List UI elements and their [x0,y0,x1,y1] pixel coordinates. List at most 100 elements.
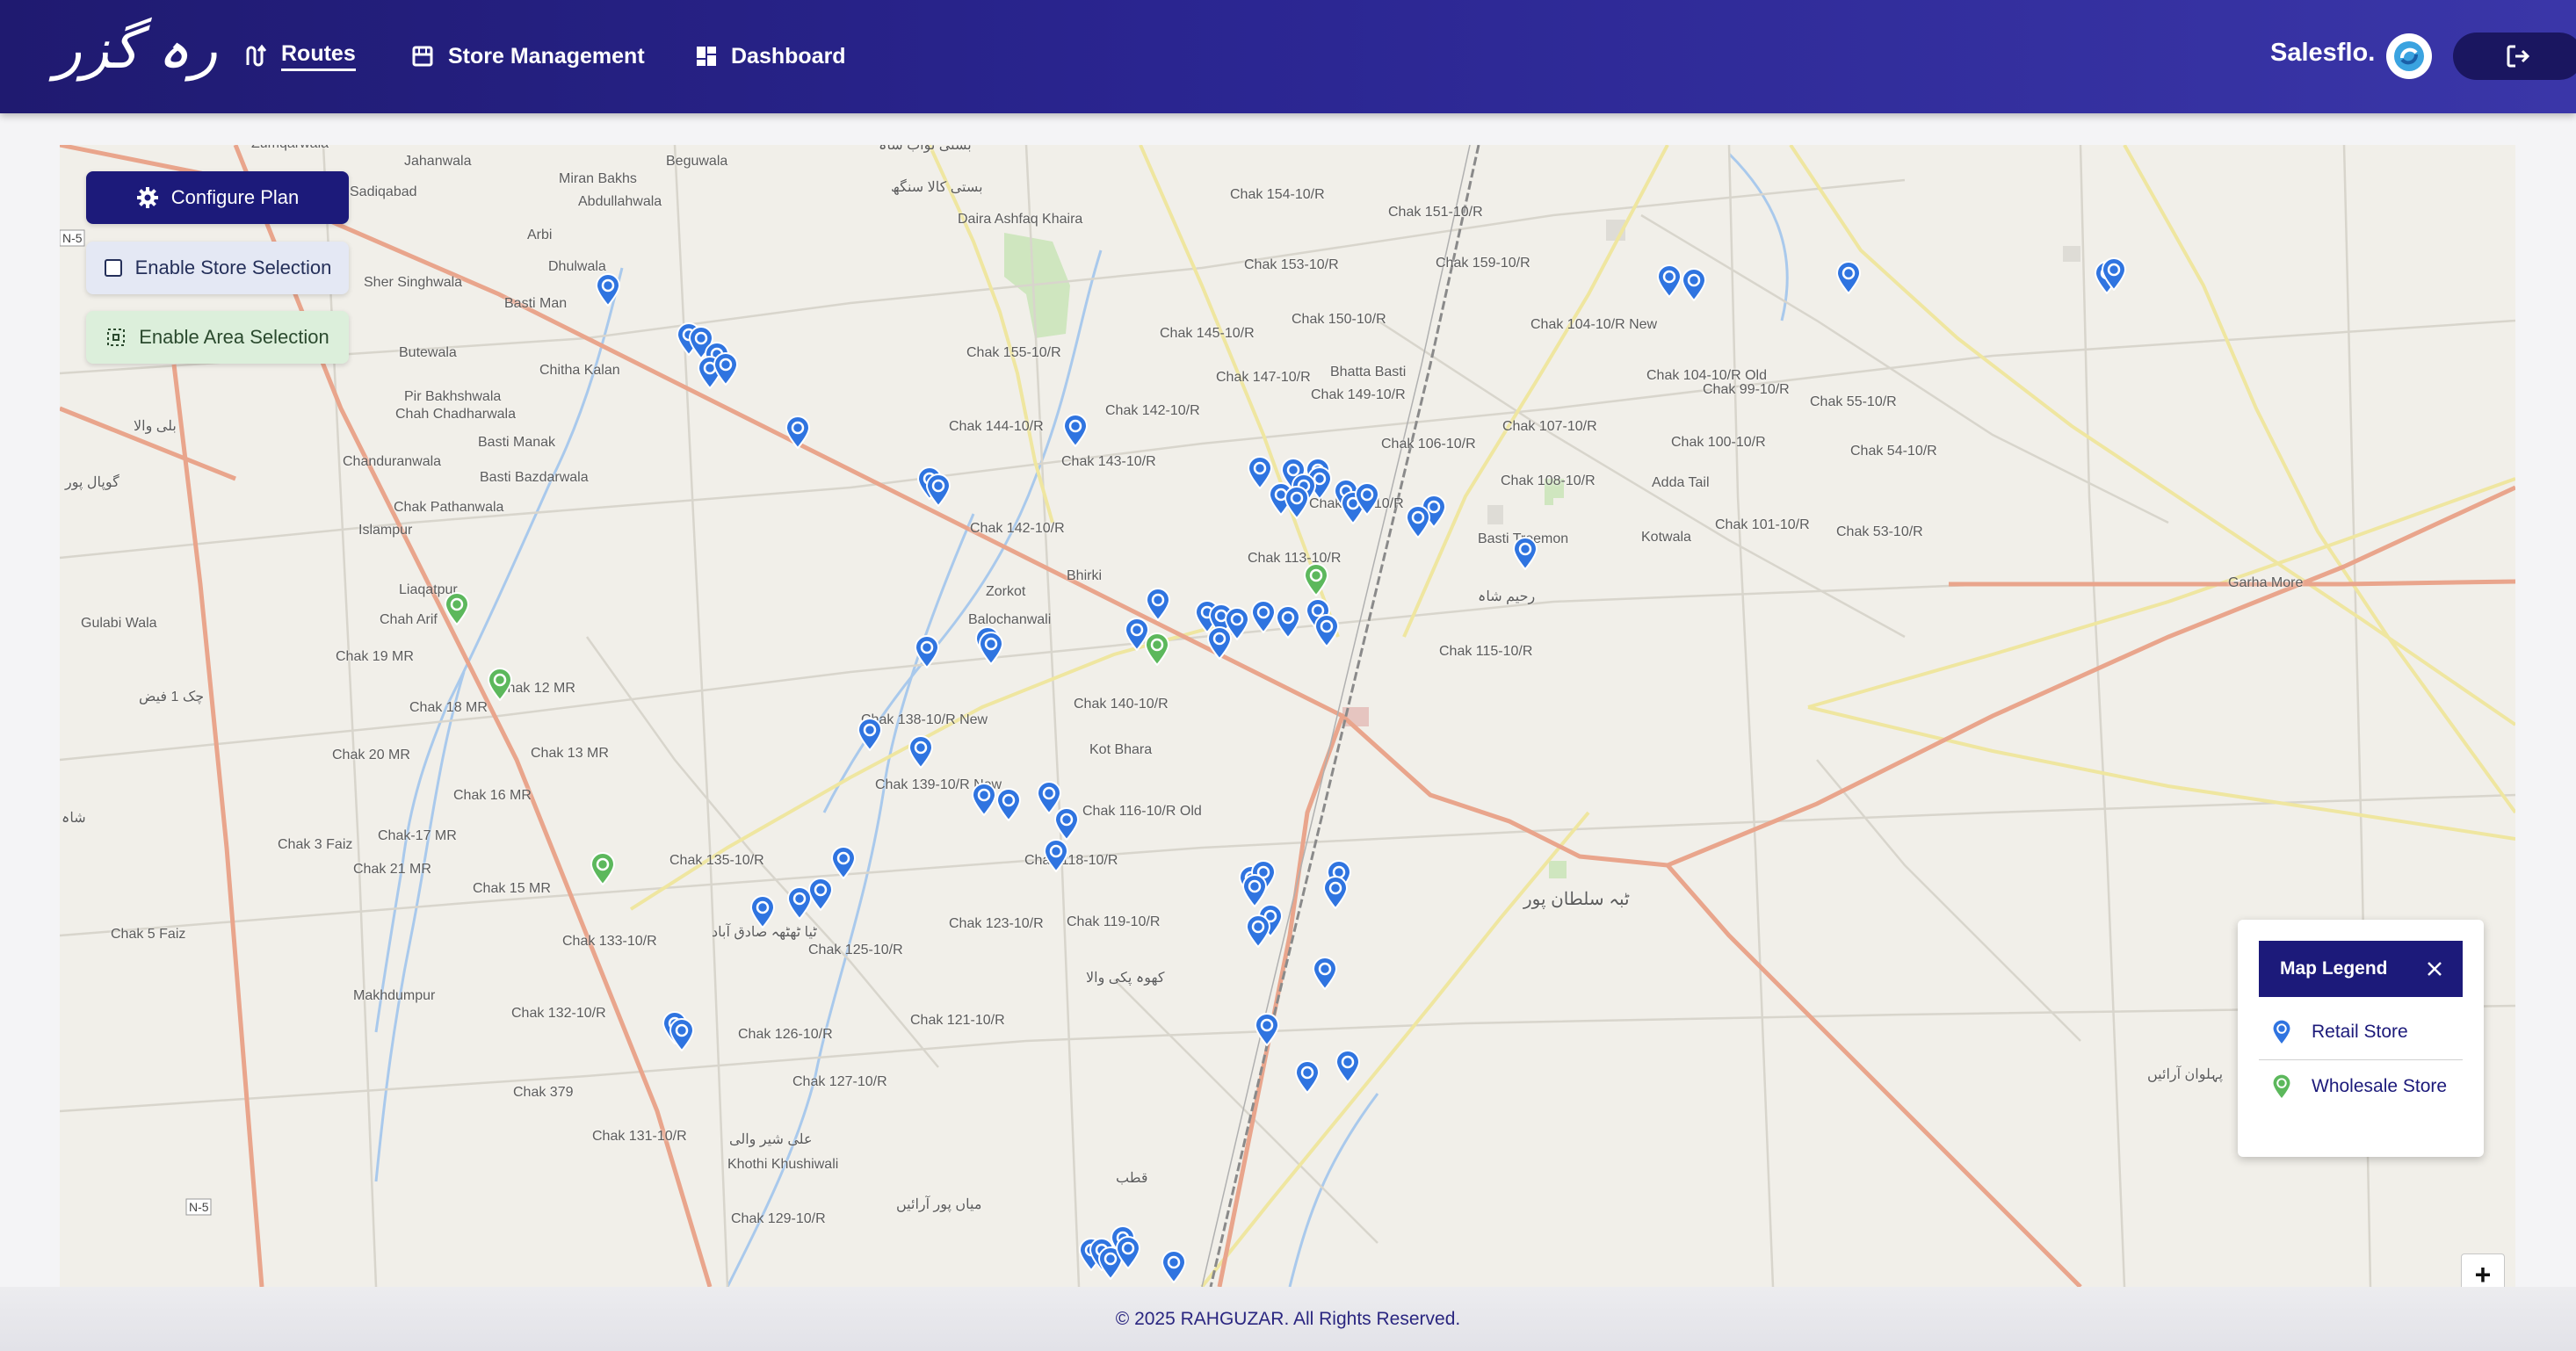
legend-item-label: Retail Store [2312,1022,2408,1042]
map-label-urdu: بلی والا [134,419,177,434]
map-label: Chak 3 Faiz [278,837,353,852]
top-nav-bar: رہ گزر Routes Store Management Dashboard… [0,0,2576,113]
retail-store-pin[interactable] [1250,600,1277,633]
retail-store-pin[interactable] [1206,626,1233,660]
retail-store-pin[interactable] [1656,264,1682,298]
retail-store-pin-icon [2271,1019,2292,1045]
retail-store-pin[interactable] [971,783,997,816]
retail-store-pin[interactable] [925,473,952,507]
store-icon [412,46,433,67]
retail-store-pin[interactable] [857,718,883,751]
map-label: Chak 143-10/R [1061,454,1156,469]
retail-store-pin[interactable] [1335,1050,1361,1083]
wholesale-store-pin[interactable] [444,592,470,625]
enable-area-selection-label: Enable Area Selection [139,326,329,348]
map-label: Chak 133-10/R [562,934,657,949]
retail-store-pin[interactable] [1512,537,1538,570]
map-label: Chak Pathanwala [394,500,504,515]
map-label-urdu: رحیم شاہ [1478,589,1536,604]
area-select-icon [107,329,126,346]
retail-store-pin[interactable] [1405,505,1431,538]
map-label: Chak 379 [513,1085,574,1100]
retail-store-pin[interactable] [1062,414,1089,447]
map-label: Chak 53-10/R [1836,524,1923,539]
map-label: Chak 104-10/R New [1530,317,1658,332]
map-label: Chak 142-10/R [970,521,1065,536]
retail-store-pin[interactable] [785,415,811,449]
retail-store-pin[interactable] [1835,261,1862,294]
retail-store-pin[interactable] [1354,482,1380,516]
retail-store-pin[interactable] [1241,874,1268,907]
nav-store-management-label: Store Management [448,43,645,69]
app-logo[interactable]: رہ گزر [54,16,217,82]
map-label: Basti Manak [478,435,556,450]
wholesale-store-pin[interactable] [1303,563,1329,596]
map-label: Chak 107-10/R [1502,419,1597,434]
retail-store-pin[interactable] [914,635,940,668]
salesflo-logo-icon [2386,33,2432,79]
map-label: Chak 55-10/R [1810,394,1897,409]
wholesale-store-pin[interactable] [590,852,616,885]
nav-dashboard[interactable]: Dashboard [696,37,846,76]
map-label: Daira Ashfaq Khaira [958,212,1083,227]
retail-store-pin[interactable] [1312,957,1338,990]
retail-store-pin[interactable] [1245,914,1271,948]
map-label: Kot Bhara [1089,742,1153,757]
retail-store-pin[interactable] [978,632,1004,665]
map-label: Kotwala [1641,530,1691,545]
map-label: Chak-17 MR [378,828,457,843]
map-label: Pir Bakhshwala [404,389,502,404]
retail-store-pin[interactable] [1161,1250,1187,1283]
route-map[interactable]: N-5 N-5 Zumqarwala Jahanwala Sadiqabad B… [60,145,2515,1287]
configure-plan-button[interactable]: Configure Plan [86,171,349,224]
map-label: Chah Chadharwala [395,407,516,422]
close-icon[interactable] [2424,958,2445,979]
retail-store-pin[interactable] [1043,839,1069,872]
retail-store-pin[interactable] [786,886,813,920]
retail-store-pin[interactable] [1322,876,1349,909]
map-label: Sadiqabad [350,184,417,199]
map-label: Chak 144-10/R [949,419,1044,434]
map-label: Chak 145-10/R [1160,326,1255,341]
wholesale-store-pin[interactable] [487,668,513,701]
wholesale-store-pin[interactable] [1144,632,1170,666]
retail-store-pin[interactable] [1284,486,1310,519]
dashboard-icon [697,47,716,66]
map-label: Chak 108-10/R [1501,473,1596,488]
map-label: Chak 126-10/R [738,1027,833,1042]
retail-store-pin[interactable] [669,1018,695,1051]
logout-button[interactable] [2453,33,2576,80]
retail-store-pin[interactable] [1053,807,1080,841]
map-label: Chak 149-10/R [1311,387,1406,402]
retail-store-pin[interactable] [595,273,621,307]
map-label: Beguwala [666,154,728,169]
map-legend: Map Legend Retail Store Wholesale Store [2238,920,2484,1157]
retail-store-pin[interactable] [830,846,857,879]
retail-store-pin[interactable] [908,735,934,769]
map-label: Zorkot [986,584,1026,599]
map-label: Zumqarwala [251,145,329,152]
retail-store-pin[interactable] [1254,1013,1280,1046]
map-label: Chak 123-10/R [949,916,1044,931]
map-label: Chah Arif [380,612,438,627]
map-label: Butewala [399,345,457,360]
retail-store-pin[interactable] [995,788,1022,821]
retail-store-pin[interactable] [2101,257,2127,291]
enable-area-selection-toggle[interactable]: Enable Area Selection [86,311,349,364]
retail-store-pin[interactable] [1115,1236,1141,1269]
retail-store-pin[interactable] [749,895,776,928]
nav-routes[interactable]: Routes [244,37,356,76]
map-label: Chak 99-10/R [1703,382,1790,397]
map-label-urdu: بستی کالا سنگھ [891,180,983,195]
retail-store-pin[interactable] [713,352,739,386]
map-label: Chak 21 MR [353,862,431,877]
enable-store-selection-toggle[interactable]: Enable Store Selection [86,242,349,294]
retail-store-pin[interactable] [1294,1060,1321,1094]
retail-store-pin[interactable] [1145,588,1171,621]
zoom-in-button[interactable]: + [2461,1253,2505,1287]
retail-store-pin[interactable] [1275,605,1301,639]
retail-store-pin[interactable] [1681,268,1707,301]
footer: © 2025 RAHGUZAR. All Rights Reserved. [0,1287,2576,1351]
retail-store-pin[interactable] [1313,614,1340,647]
nav-store-management[interactable]: Store Management [411,37,645,76]
